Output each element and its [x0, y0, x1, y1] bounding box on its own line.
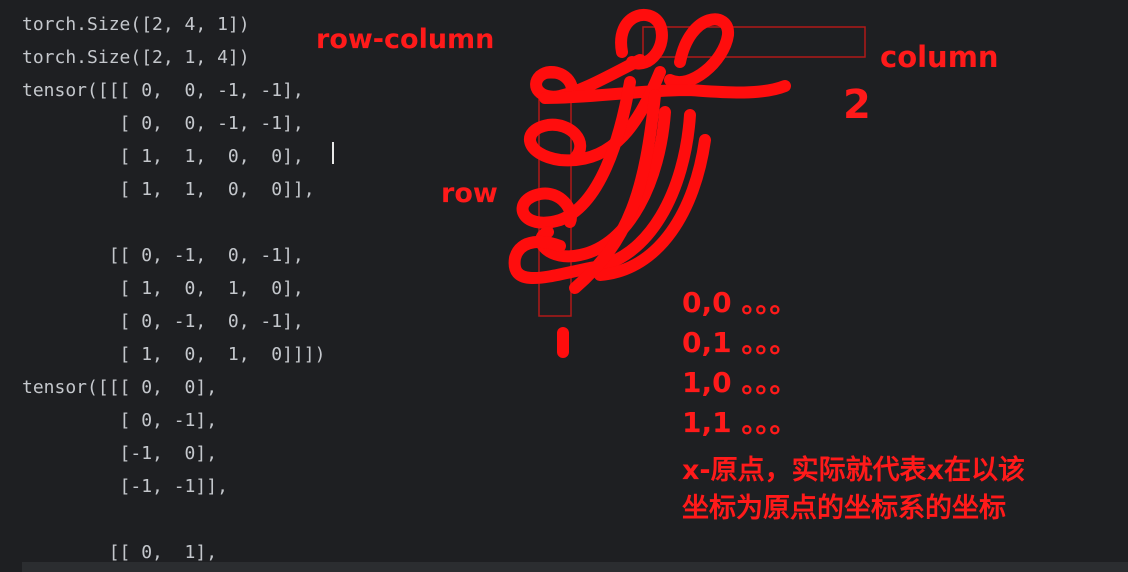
- console-line: [ 0, 0, -1, -1],: [22, 113, 304, 134]
- text-caret: [332, 142, 334, 164]
- row-column-label: row-column: [316, 24, 495, 55]
- explanation-note: x-原点，实际就代表x在以该 坐标为原点的坐标系的坐标: [682, 452, 1025, 528]
- console-line: [ 1, 1, 0, 0]],: [22, 179, 315, 200]
- row-shape-box: [538, 77, 572, 317]
- console-line: [-1, -1]],: [22, 476, 228, 497]
- console-line: torch.Size([2, 1, 4]): [22, 47, 250, 68]
- console-line: tensor([[[ 0, 0, -1, -1],: [22, 80, 304, 101]
- index-list: 0,0 。。。 0,1 。。。 1,0 。。。 1,1 。。。: [682, 283, 797, 443]
- console-line: [-1, 0],: [22, 443, 218, 464]
- note-line: x-原点，实际就代表x在以该: [682, 455, 1026, 486]
- console-line: [ 0, -1, 0, -1],: [22, 311, 304, 332]
- console-line: [ 1, 0, 1, 0]]]): [22, 344, 326, 365]
- console-line: torch.Size([2, 4, 1]): [22, 14, 250, 35]
- index-item: 0,1 。。。: [682, 326, 798, 359]
- index-item: 0,0 。。。: [682, 286, 798, 319]
- console-line: [ 1, 1, 0, 0],: [22, 146, 304, 167]
- column-label: column: [880, 40, 999, 74]
- column-shape-box: [642, 26, 866, 58]
- row-label: row: [441, 178, 498, 209]
- console-text: torch.Size([2, 4, 1]) torch.Size([2, 1, 4…: [22, 8, 325, 569]
- note-line: 坐标为原点的坐标系的坐标: [682, 493, 1006, 524]
- horizontal-scrollbar[interactable]: [22, 562, 1128, 572]
- console-line: tensor([[[ 0, 0],: [22, 377, 218, 398]
- console-line: [ 0, -1],: [22, 410, 218, 431]
- column-dimension-digit: 2: [843, 82, 871, 128]
- console-line: [[ 0, -1, 0, -1],: [22, 245, 304, 266]
- index-item: 1,1 。。。: [682, 406, 798, 439]
- console-line: [ 1, 0, 1, 0],: [22, 278, 304, 299]
- console-output-panel: torch.Size([2, 4, 1]) torch.Size([2, 1, 4…: [0, 0, 1128, 572]
- index-item: 1,0 。。。: [682, 366, 798, 399]
